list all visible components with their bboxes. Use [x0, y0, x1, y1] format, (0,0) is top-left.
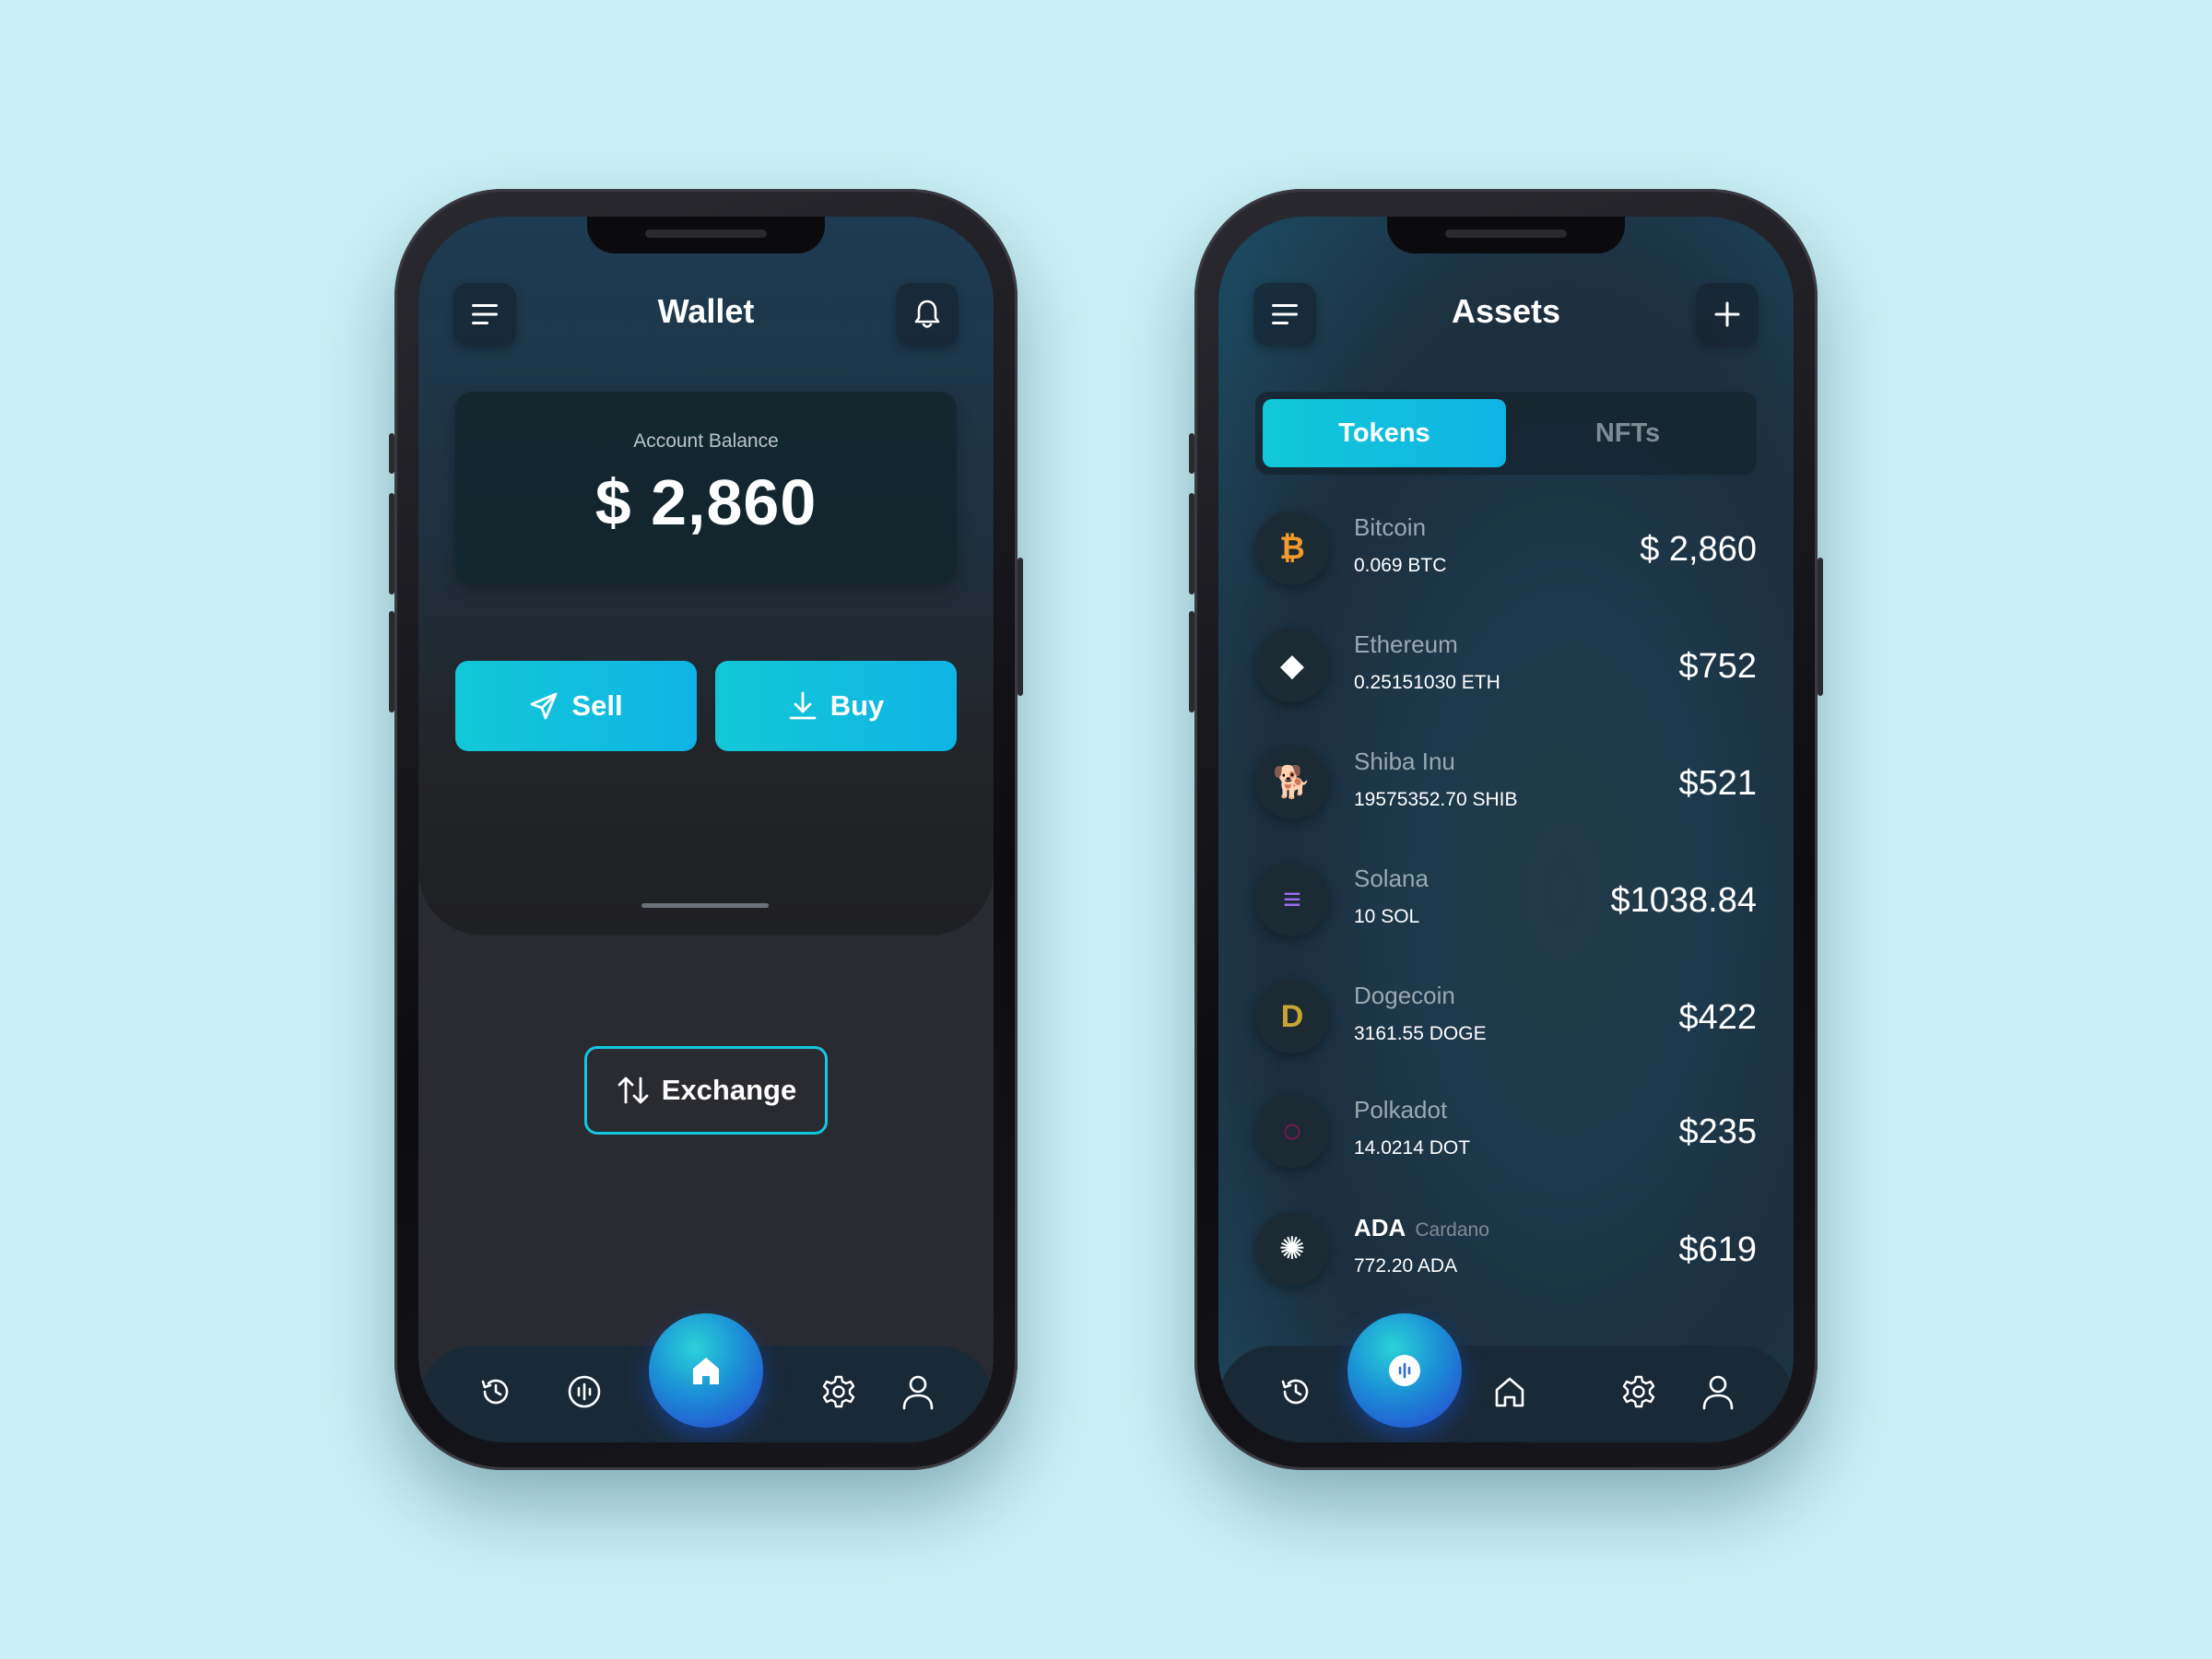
profile-tab[interactable] [900, 1373, 936, 1410]
home-icon [1495, 1377, 1524, 1407]
asset-name: Shiba Inu [1354, 747, 1455, 775]
ethereum-icon: ◆ [1255, 629, 1329, 702]
wallet-top-panel: Wallet Account Balance $ 2,860 Sell Buy [418, 217, 994, 935]
asset-value: $1038.84 [1610, 881, 1758, 920]
bell-icon [914, 300, 940, 328]
buy-label: Buy [830, 689, 885, 722]
asset-amount: 10 SOL [1354, 906, 1420, 927]
polkadot-icon: ◌ [1255, 1094, 1329, 1168]
solana-icon: ≡ [1255, 863, 1329, 936]
asset-row[interactable]: ◆ Ethereum 0.25151030 ETH $752 [1255, 619, 1757, 712]
bitcoin-icon: ₿ [1255, 512, 1329, 585]
exchange-label: Exchange [661, 1074, 797, 1106]
history-tab[interactable] [1277, 1373, 1314, 1410]
asset-ticker: ADA [1354, 1214, 1406, 1241]
sell-label: Sell [571, 689, 623, 722]
asset-value: $619 [1678, 1230, 1757, 1269]
profile-icon [902, 1375, 934, 1410]
asset-row[interactable]: ≡ Solana 10 SOL $1038.84 [1255, 853, 1757, 946]
asset-amount: 19575352.70 SHIB [1354, 789, 1518, 810]
shiba-inu-icon: 🐕 [1255, 746, 1329, 819]
home-icon [693, 1358, 719, 1384]
download-icon [789, 691, 817, 720]
asset-amount: 3161.55 DOGE [1354, 1023, 1487, 1044]
asset-subtitle: Cardano [1415, 1219, 1489, 1241]
sell-button[interactable]: Sell [455, 661, 697, 751]
asset-row[interactable]: ◌ Polkadot 14.0214 DOT $235 [1255, 1085, 1757, 1177]
asset-name: Polkadot [1354, 1096, 1448, 1124]
cardano-icon: ✺ [1255, 1212, 1329, 1286]
asset-row[interactable]: 🐕 Shiba Inu 19575352.70 SHIB $521 [1255, 736, 1757, 829]
assets-screen: Assets Tokens NFTs ₿ Bitcoin 0.069 BTC $ 2,… [1218, 217, 1794, 1442]
asset-value: $235 [1678, 1112, 1757, 1151]
assets-phone: Assets Tokens NFTs ₿ Bitcoin 0.069 BTC $ 2,… [1189, 189, 1823, 1470]
exchange-button[interactable]: Exchange [584, 1046, 828, 1135]
settings-tab[interactable] [1620, 1373, 1657, 1410]
notifications-button[interactable] [896, 283, 959, 346]
asset-row[interactable]: D Dogecoin 3161.55 DOGE $422 [1255, 971, 1757, 1063]
drag-handle[interactable] [641, 903, 769, 908]
asset-name: Dogecoin [1354, 982, 1455, 1009]
asset-value: $ 2,860 [1640, 530, 1757, 569]
history-tab[interactable] [477, 1373, 514, 1410]
profile-icon [1702, 1375, 1734, 1410]
voice-button[interactable] [1347, 1313, 1462, 1428]
home-tab[interactable] [1491, 1373, 1528, 1410]
swap-arrows-icon [618, 1077, 649, 1104]
history-icon [1281, 1379, 1309, 1405]
asset-type-tabs: Tokens NFTs [1255, 392, 1757, 475]
asset-name: Ethereum [1354, 630, 1458, 658]
asset-amount: 0.069 BTC [1354, 555, 1447, 576]
tab-nfts[interactable]: NFTs [1506, 399, 1749, 467]
plus-icon [1714, 301, 1740, 327]
add-asset-button[interactable] [1696, 283, 1759, 346]
settings-icon [1622, 1375, 1655, 1408]
send-icon [531, 692, 558, 720]
history-icon [481, 1379, 509, 1405]
asset-value: $752 [1678, 647, 1757, 686]
asset-row[interactable]: ✺ ADA Cardano 772.20 ADA $619 [1255, 1203, 1757, 1295]
balance-value: $ 2,860 [594, 466, 818, 538]
voice-icon [1389, 1355, 1420, 1386]
home-button[interactable] [649, 1313, 763, 1428]
asset-value: $422 [1678, 998, 1757, 1037]
balance-card: Account Balance $ 2,860 [455, 392, 957, 583]
asset-amount: 772.20 ADA [1354, 1255, 1458, 1277]
tab-tokens[interactable]: Tokens [1263, 399, 1506, 467]
settings-icon [822, 1375, 855, 1408]
stats-tab[interactable] [566, 1373, 603, 1410]
asset-row[interactable]: ₿ Bitcoin 0.069 BTC $ 2,860 [1255, 502, 1757, 594]
asset-amount: 0.25151030 ETH [1354, 672, 1500, 693]
asset-name: Bitcoin [1354, 513, 1427, 541]
asset-name: ADA Cardano [1354, 1214, 1489, 1242]
profile-tab[interactable] [1700, 1373, 1736, 1410]
asset-amount: 14.0214 DOT [1354, 1137, 1471, 1159]
chart-icon [568, 1375, 601, 1408]
buy-button[interactable]: Buy [715, 661, 957, 751]
asset-name: Solana [1354, 865, 1429, 892]
wallet-screen: Wallet Account Balance $ 2,860 Sell Buy … [418, 217, 994, 1442]
settings-tab[interactable] [820, 1373, 857, 1410]
balance-label: Account Balance [633, 430, 779, 452]
asset-value: $521 [1678, 764, 1757, 803]
dogecoin-icon: D [1255, 980, 1329, 1053]
wallet-phone: Wallet Account Balance $ 2,860 Sell Buy … [389, 189, 1023, 1470]
